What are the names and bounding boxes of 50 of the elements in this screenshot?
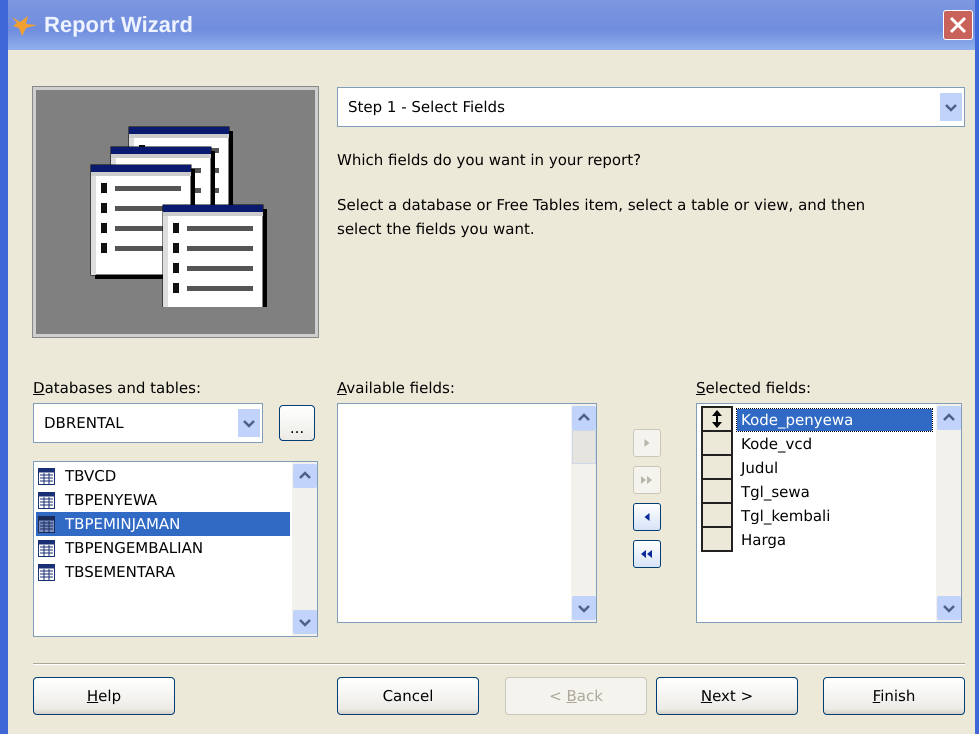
scroll-up-button[interactable] bbox=[936, 406, 960, 430]
table-icon bbox=[38, 468, 55, 484]
scroll-down-button[interactable] bbox=[292, 610, 316, 634]
table-item[interactable]: TBPENYEWA bbox=[36, 488, 290, 512]
field-item[interactable]: Tgl_kembali bbox=[737, 505, 932, 527]
browse-button[interactable]: ... bbox=[279, 405, 315, 441]
scroll-down-button[interactable] bbox=[936, 596, 960, 620]
selected-fields-label: Selected fields: bbox=[696, 378, 812, 399]
scroll-up-button[interactable] bbox=[292, 464, 316, 488]
database-dropdown[interactable]: DBRENTAL bbox=[33, 403, 263, 443]
field-item[interactable]: Harga bbox=[737, 529, 932, 551]
wizard-button[interactable]: Help bbox=[33, 677, 175, 715]
table-icon bbox=[38, 492, 55, 508]
row-mover-handle[interactable] bbox=[701, 478, 733, 504]
row-mover-handle[interactable] bbox=[701, 406, 733, 432]
row-mover-handle[interactable] bbox=[701, 526, 733, 552]
close-button[interactable] bbox=[943, 10, 973, 40]
table-icon bbox=[38, 540, 55, 556]
row-mover-handle[interactable] bbox=[701, 502, 733, 528]
field-item[interactable]: Tgl_sewa bbox=[737, 481, 932, 503]
move-button[interactable] bbox=[632, 503, 660, 531]
table-item[interactable]: TBSEMENTARA bbox=[36, 560, 290, 584]
table-item[interactable]: TBVCD bbox=[36, 464, 290, 488]
fox-logo-icon bbox=[10, 13, 38, 37]
up-down-arrow-icon bbox=[711, 409, 723, 429]
field-item[interactable]: Kode_vcd bbox=[737, 433, 932, 455]
wizard-button[interactable]: Next > bbox=[656, 677, 798, 715]
close-icon bbox=[949, 16, 967, 34]
table-item[interactable]: TBPENGEMBALIAN bbox=[36, 536, 290, 560]
available-fields-label: Available fields: bbox=[337, 378, 456, 399]
row-mover-handle[interactable] bbox=[701, 430, 733, 456]
table-icon bbox=[38, 516, 55, 532]
wizard-button[interactable]: Cancel bbox=[337, 677, 479, 715]
scroll-thumb[interactable] bbox=[572, 430, 596, 464]
window-title: Report Wizard bbox=[44, 12, 194, 38]
question-text: Which fields do you want in your report? bbox=[337, 150, 642, 171]
row-mover-handle[interactable] bbox=[701, 454, 733, 480]
databases-label: Databases and tables: bbox=[33, 378, 202, 399]
field-item[interactable]: Judul bbox=[737, 457, 932, 479]
scroll-up-button[interactable] bbox=[572, 406, 596, 430]
field-item[interactable]: Kode_penyewa bbox=[737, 409, 932, 431]
table-icon bbox=[38, 564, 55, 580]
wizard-button[interactable]: Finish bbox=[823, 677, 965, 715]
instruction-text: Select a database or Free Tables item, select a table or view, and then select the fields you want. bbox=[337, 195, 866, 240]
double-left-arrow-icon bbox=[640, 549, 652, 559]
double-right-arrow-icon bbox=[640, 475, 652, 485]
move-button[interactable] bbox=[632, 540, 660, 568]
scroll-down-button[interactable] bbox=[572, 596, 596, 620]
table-item[interactable]: TBPEMINJAMAN bbox=[36, 512, 290, 536]
step-dropdown[interactable]: Step 1 - Select Fields bbox=[337, 87, 965, 127]
